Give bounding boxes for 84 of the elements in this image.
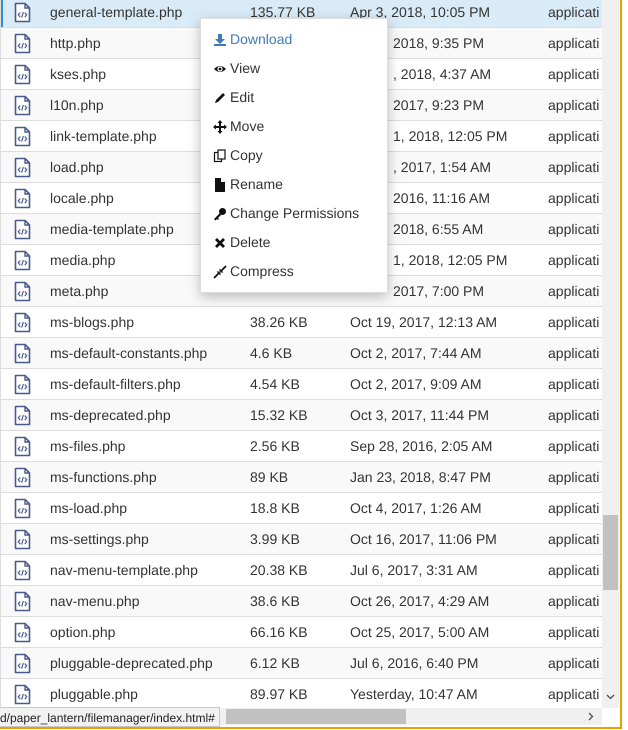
file-type: applicati [548,686,600,702]
file-type: applicati [548,252,600,268]
modified-date: 1, 2018, 12:05 PM [392,252,508,268]
file-size: 135.77 KB [250,4,316,20]
file-name: nav-menu-template.php [50,562,198,578]
file-name: general-template.php [50,4,182,20]
file-name: option.php [50,624,116,640]
file-name: nav-menu.php [50,592,140,608]
modified-date: Oct 25, 2017, 5:00 AM [350,624,490,640]
file-type: applicati [548,344,600,360]
file-type: applicati [548,624,600,640]
file-type: applicati [548,376,600,392]
file-type: applicati [548,96,600,112]
file-type: applicati [548,468,600,484]
file-name: ms-functions.php [50,468,157,484]
file-name: link-template.php [50,128,157,144]
file-name: ms-default-constants.php [50,344,208,360]
file-type: applicati [548,4,600,20]
file-type: applicati [548,66,600,82]
file-name: ms-files.php [50,438,126,454]
modified-date: 2017, 7:00 PM [392,282,484,298]
modified-date: Yesterday, 10:47 AM [350,686,478,702]
file-size: 38.26 KB [250,314,308,330]
modified-date: 2017, 9:23 PM [392,96,484,112]
file-type: applicati [548,530,600,546]
file-size: 20.38 KB [250,562,308,578]
file-type: applicati [548,220,600,236]
modified-date: Oct 3, 2017, 11:44 PM [350,406,490,422]
modified-date: Oct 16, 2017, 11:06 PM [350,530,497,546]
file-name: kses.php [50,66,106,82]
file-size: 18.8 KB [250,500,300,516]
modified-date: , 2018, 4:37 AM [392,66,492,82]
file-name: pluggable.php [50,686,138,702]
file-type: applicati [548,314,600,330]
modified-date: Oct 4, 2017, 1:26 AM [350,500,482,516]
file-type: applicati [548,282,600,298]
file-size: 15.32 KB [250,406,308,422]
status-url-tooltip: d/paper_lantern/filemanager/index.html# [0,707,220,727]
file-name: ms-deprecated.php [50,406,171,422]
modified-date: Oct 26, 2017, 4:29 AM [350,592,490,608]
file-type: applicati [548,562,600,578]
file-name: l10n.php [50,96,104,112]
file-name: meta.php [50,282,108,298]
file-name: ms-blogs.php [50,314,134,330]
file-type: applicati [548,438,600,454]
file-size: 3.99 KB [250,530,300,546]
file-name: media-template.php [50,220,174,236]
modified-date: Apr 3, 2018, 10:05 PM [350,4,490,20]
file-type: applicati [548,128,600,144]
file-type: applicati [548,158,600,174]
file-size: 2.56 KB [250,438,300,454]
file-name: locale.php [50,190,114,206]
file-size: 4.54 KB [250,376,300,392]
modified-date: 2016, 11:16 AM [392,190,490,206]
file-name: media.php [50,252,116,268]
file-type: applicati [548,592,600,608]
modified-date: Oct 19, 2017, 12:13 AM [350,314,498,330]
modified-date: Oct 2, 2017, 9:09 AM [350,376,482,392]
file-name: load.php [50,158,104,174]
modified-date: Oct 2, 2017, 7:44 AM [350,344,482,360]
file-type: applicati [548,190,600,206]
file-name: ms-default-filters.php [50,376,181,392]
modified-date: Jul 6, 2017, 3:31 AM [350,562,478,578]
modified-date: 2018, 6:55 AM [392,220,484,236]
file-size: 6.12 KB [250,654,300,670]
file-name: http.php [50,34,101,50]
modified-date: Jan 23, 2018, 8:47 PM [350,468,491,484]
modified-date: , 2017, 1:54 AM [392,158,492,174]
modified-date: Jul 6, 2016, 6:40 PM [350,654,478,670]
modified-date: 2018, 9:35 PM [392,34,484,50]
file-name: ms-load.php [50,500,128,516]
file-type: applicati [548,500,600,516]
file-name: ms-settings.php [50,530,149,546]
modified-date: Sep 28, 2016, 2:05 AM [350,438,492,454]
file-size: 89.97 KB [250,686,308,702]
file-name: pluggable-deprecated.php [50,654,213,670]
file-type: applicati [548,654,600,670]
file-type: applicati [548,34,600,50]
file-size: 89 KB [250,468,288,484]
file-size: 66.16 KB [250,624,308,640]
file-size: 38.6 KB [250,592,300,608]
modified-date: 1, 2018, 12:05 PM [392,128,508,144]
file-size: 4.6 KB [250,344,292,360]
file-type: applicati [548,406,600,422]
